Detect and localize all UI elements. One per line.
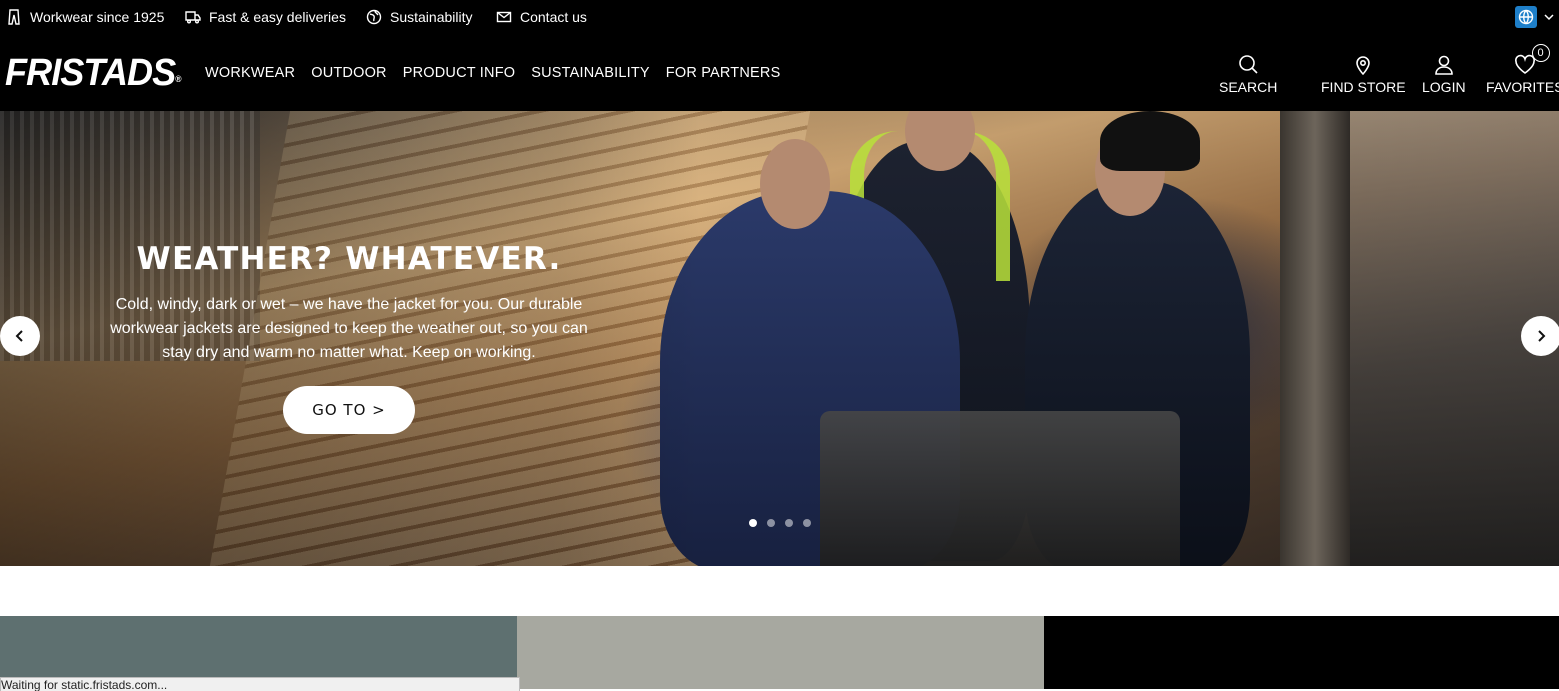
usp-workwear-since[interactable]: Workwear since 1925	[6, 0, 164, 34]
hero-text: Cold, windy, dark or wet – we have the j…	[110, 296, 588, 361]
usp-sustainability[interactable]: Sustainability	[366, 0, 473, 34]
envelope-icon	[496, 11, 512, 23]
usp-contact[interactable]: Contact us	[496, 0, 587, 34]
carousel-dot[interactable]	[749, 519, 757, 527]
globe-icon	[1515, 6, 1537, 28]
user-icon	[1434, 55, 1453, 75]
usp-label: Fast & easy deliveries	[209, 9, 346, 25]
main-header: FRISTADS® WORKWEAR OUTDOOR PRODUCT INFO …	[0, 34, 1559, 111]
logo-mark: ®	[175, 74, 181, 84]
usp-label: Workwear since 1925	[30, 9, 165, 25]
hero-carousel: WEATHER? WHATEVER. Cold, windy, dark or …	[0, 111, 1559, 566]
trousers-icon	[8, 9, 20, 25]
login-button[interactable]: LOGIN	[1422, 54, 1466, 95]
favorites-button[interactable]: 0 FAVORITES	[1486, 44, 1559, 95]
chevron-down-icon	[1544, 14, 1554, 21]
search-label: SEARCH	[1219, 79, 1278, 95]
carousel-dot[interactable]	[803, 519, 811, 527]
category-tile[interactable]	[1044, 616, 1559, 689]
chevron-left-icon	[15, 330, 23, 342]
nav-workwear[interactable]: WORKWEAR	[205, 65, 295, 81]
hero-photo-beanie	[1100, 111, 1200, 171]
carousel-dots	[749, 519, 811, 527]
hero-copy: WEATHER? WHATEVER. Cold, windy, dark or …	[100, 241, 598, 365]
top-bar: Workwear since 1925 Fast & easy deliveri…	[0, 0, 1559, 34]
usp-deliveries[interactable]: Fast & easy deliveries	[185, 0, 346, 34]
map-pin-icon	[1356, 56, 1371, 76]
favorites-count-badge: 0	[1531, 44, 1550, 62]
nav-product-info[interactable]: PRODUCT INFO	[403, 65, 516, 81]
nav-for-partners[interactable]: FOR PARTNERS	[666, 65, 781, 81]
usp-label: Sustainability	[390, 9, 473, 25]
hero-title: WEATHER? WHATEVER.	[136, 241, 562, 277]
language-selector[interactable]	[1515, 6, 1555, 28]
globe-leaf-icon	[366, 9, 382, 25]
carousel-dot[interactable]	[785, 519, 793, 527]
find-store-label: FIND STORE	[1321, 79, 1406, 95]
usp-label: Contact us	[520, 9, 587, 25]
hero-photo-saw	[820, 411, 1180, 566]
carousel-prev-button[interactable]	[0, 316, 40, 356]
category-tile[interactable]	[517, 616, 1044, 689]
search-button[interactable]: SEARCH	[1219, 54, 1277, 95]
carousel-dot[interactable]	[767, 519, 775, 527]
hero-photo-head	[760, 139, 830, 229]
login-label: LOGIN	[1422, 79, 1466, 95]
find-store-button[interactable]: FIND STORE	[1321, 54, 1406, 95]
nav-sustainability[interactable]: SUSTAINABILITY	[531, 65, 650, 81]
hero-photo-post	[1280, 111, 1350, 566]
fristads-logo[interactable]: FRISTADS®	[5, 54, 181, 92]
hero-cta-button[interactable]: GO TO >	[283, 386, 415, 434]
logo-text: FRISTADS	[5, 52, 176, 94]
favorites-label: FAVORITES	[1486, 79, 1559, 95]
chevron-right-icon	[1538, 330, 1546, 342]
truck-icon	[185, 11, 201, 24]
carousel-next-button[interactable]	[1521, 316, 1559, 356]
search-icon	[1239, 55, 1258, 74]
nav-outdoor[interactable]: OUTDOOR	[311, 65, 387, 81]
main-nav: WORKWEAR OUTDOOR PRODUCT INFO SUSTAINABI…	[205, 65, 780, 81]
